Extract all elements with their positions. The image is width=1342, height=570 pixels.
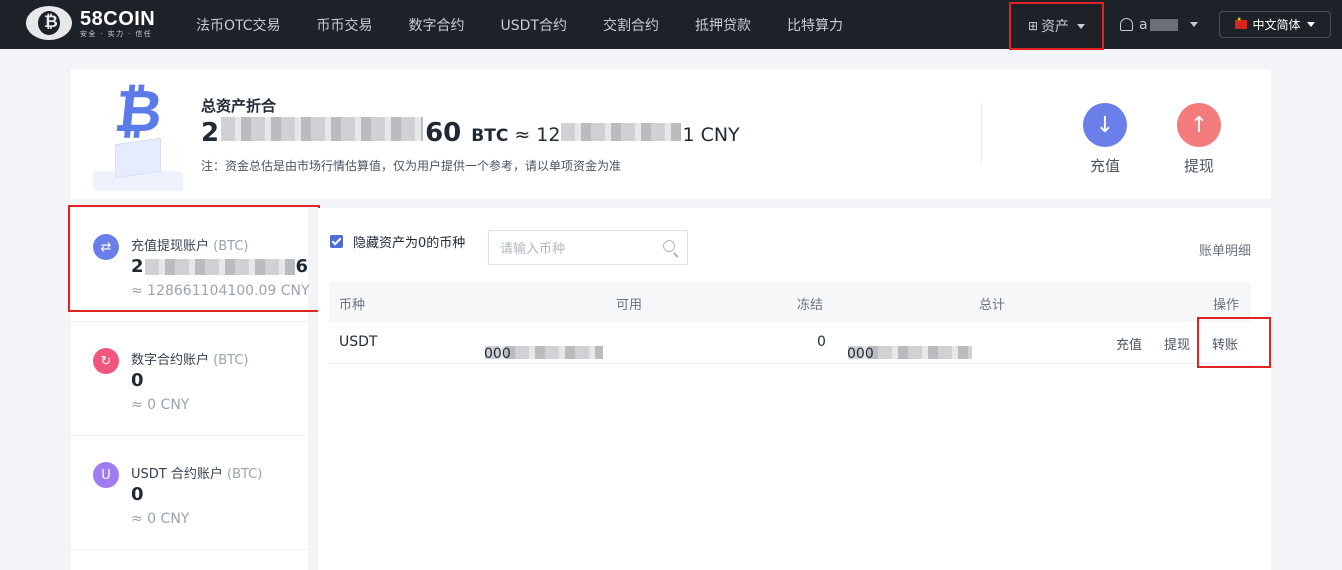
refresh-icon: ↻ (93, 348, 119, 374)
deposit-label: 充值 (1089, 157, 1120, 175)
deposit-button[interactable]: ↓ 充值 (1075, 103, 1135, 176)
hide-zero-toggle[interactable]: 隐藏资产为0的币种 (330, 232, 465, 251)
chevron-down-icon (1189, 22, 1198, 27)
account-title: USDT 合约账户 (131, 467, 223, 482)
column-total: 总计 (979, 298, 1006, 313)
hide-zero-label: 隐藏资产为0的币种 (353, 236, 466, 251)
coin-search-input[interactable]: 请输入币种 (488, 230, 688, 265)
account-cny: ≈ 0 CNY (131, 511, 190, 527)
logo[interactable]: ₿ 58COIN 安全 · 实力 · 信任 (26, 6, 155, 40)
account-unit: (BTC) (227, 467, 263, 482)
cell-coin: USDT (339, 334, 378, 350)
withdraw-link[interactable]: 提现 (1164, 334, 1190, 353)
assets-note: 注：资金总估是由市场行情估算值，仅为用户提供一个参考，请以单项资金为准 (201, 159, 622, 173)
highlight-box (68, 205, 320, 312)
account-value: 0 (131, 484, 144, 505)
language-label: 中文简体 (1252, 18, 1301, 32)
column-frozen: 冻结 (797, 298, 824, 313)
user-menu[interactable]: a (1120, 0, 1198, 49)
arrow-up-icon: ↑ (1177, 103, 1221, 147)
table-row: USDT 1 000 0 1 000 充值 提现 转账 (329, 322, 1251, 364)
account-item-contract[interactable]: ↻ 数字合约账户 (BTC) 0 ≈ 0 CNY (71, 322, 308, 436)
column-available: 可用 (616, 298, 643, 313)
column-ops: 操作 (1213, 298, 1240, 313)
logo-slogan: 安全 · 实力 · 信任 (80, 29, 153, 38)
nav-item-loan[interactable]: 抵押贷款 (695, 15, 751, 35)
asset-summary-card: ₿ 总资产折合 2 60 BTC ≈ 12 1 CNY 注：资金总估是由市场行情… (71, 69, 1271, 199)
language-selector[interactable]: 中文简体 (1219, 11, 1331, 38)
chevron-down-icon (1306, 22, 1315, 27)
account-item-usdt-contract[interactable]: U USDT 合约账户 (BTC) 0 ≈ 0 CNY (71, 436, 308, 550)
nav-item-delivery[interactable]: 交割合约 (603, 15, 659, 35)
redacted-value (221, 117, 424, 141)
account-value: 0 (131, 370, 144, 391)
divider (981, 103, 982, 163)
top-navbar: ₿ 58COIN 安全 · 实力 · 信任 法币OTC交易 币币交易 数字合约 … (0, 0, 1342, 50)
nav-assets-menu[interactable]: ⊞ 资产 (1009, 2, 1104, 50)
username: a (1139, 16, 1148, 33)
account-unit: (BTC) (213, 353, 249, 368)
cell-frozen: 0 (817, 334, 826, 350)
table-header: 币种 可用 冻结 总计 操作 (329, 282, 1251, 322)
main-nav: 法币OTC交易 币币交易 数字合约 USDT合约 交割合约 抵押贷款 比特算力 (196, 0, 879, 49)
logo-name: 58COIN (80, 7, 156, 30)
nav-item-contract[interactable]: 数字合约 (409, 15, 465, 35)
column-coin: 币种 (339, 298, 366, 313)
bitcoin-logo-icon: ₿ (26, 6, 72, 40)
china-flag-icon (1235, 16, 1248, 29)
nav-item-usdt-contract[interactable]: USDT合约 (501, 15, 567, 35)
withdraw-button[interactable]: ↑ 提现 (1169, 103, 1229, 176)
checkbox-checked-icon[interactable] (330, 235, 343, 248)
bill-details-link[interactable]: 账单明细 (1199, 240, 1251, 259)
bitcoin-illustration-icon: ₿ (83, 75, 193, 193)
assets-icon: ⊞ (1027, 19, 1039, 33)
highlight-box (1197, 317, 1271, 368)
total-assets-title: 总资产折合 (201, 97, 277, 115)
username-redacted (1149, 18, 1178, 31)
nav-item-hashrate[interactable]: 比特算力 (787, 15, 843, 35)
arrow-down-icon: ↓ (1083, 103, 1127, 147)
usdt-icon: U (93, 462, 119, 488)
nav-item-spot[interactable]: 币币交易 (317, 15, 373, 35)
assets-label: 资产 (1041, 19, 1070, 35)
withdraw-label: 提现 (1183, 157, 1214, 175)
redacted-value (561, 123, 682, 141)
chevron-down-icon (1077, 23, 1086, 29)
user-icon (1120, 18, 1133, 31)
total-assets-value: 2 60 BTC ≈ 12 1 CNY (201, 117, 740, 148)
deposit-link[interactable]: 充值 (1116, 334, 1142, 353)
asset-table-panel: 隐藏资产为0的币种 请输入币种 账单明细 币种 可用 冻结 总计 操作 USDT… (318, 208, 1271, 570)
search-icon[interactable] (663, 240, 675, 252)
search-placeholder: 请输入币种 (500, 242, 566, 257)
nav-item-otc[interactable]: 法币OTC交易 (196, 15, 281, 35)
account-title: 数字合约账户 (131, 353, 210, 368)
account-cny: ≈ 0 CNY (131, 397, 190, 413)
